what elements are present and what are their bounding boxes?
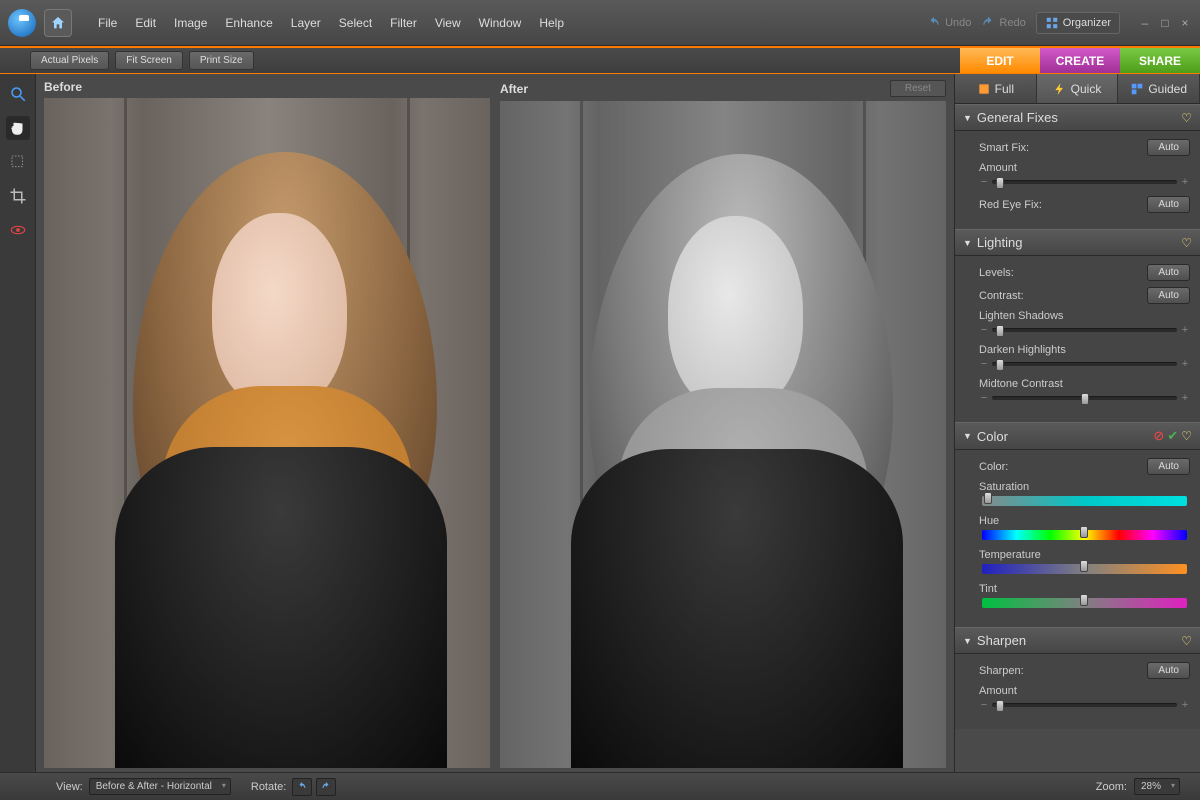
bulb-icon[interactable]: ♡ [1181,429,1192,443]
levels-auto-button[interactable]: Auto [1147,264,1190,281]
tool-strip [0,74,36,772]
contrast-label: Contrast: [979,290,1147,302]
smart-fix-label: Smart Fix: [979,142,1147,154]
color-label: Color: [979,461,1147,473]
sharpen-auto-button[interactable]: Auto [1147,662,1190,679]
contrast-auto-button[interactable]: Auto [1147,287,1190,304]
lighten-shadows-label: Lighten Shadows [979,310,1190,322]
mode-tab-share[interactable]: SHARE [1120,48,1200,73]
menu-filter[interactable]: Filter [382,12,425,34]
print-size-button[interactable]: Print Size [189,51,254,70]
after-image[interactable] [500,101,946,768]
view-tab-guided[interactable]: Guided [1118,74,1200,103]
menu-select[interactable]: Select [331,12,380,34]
minimize-button[interactable]: – [1138,16,1152,30]
color-auto-button[interactable]: Auto [1147,458,1190,475]
smart-fix-auto-button[interactable]: Auto [1147,139,1190,156]
levels-label: Levels: [979,267,1147,279]
crop-tool-icon[interactable] [6,184,30,208]
view-label: View: [56,781,83,793]
rotate-ccw-button[interactable] [292,778,312,796]
menu-layer[interactable]: Layer [283,12,329,34]
section-color[interactable]: ▼Color ⊘✔♡ [955,422,1200,450]
actual-pixels-button[interactable]: Actual Pixels [30,51,109,70]
section-general-fixes[interactable]: ▼General Fixes♡ [955,104,1200,131]
tint-slider[interactable] [979,597,1190,609]
red-eye-auto-button[interactable]: Auto [1147,196,1190,213]
menu-edit[interactable]: Edit [127,12,164,34]
menu-view[interactable]: View [427,12,469,34]
saturation-label: Saturation [979,481,1190,493]
close-button[interactable]: × [1178,16,1192,30]
fit-screen-button[interactable]: Fit Screen [115,51,183,70]
maximize-button[interactable]: □ [1158,16,1172,30]
menu-image[interactable]: Image [166,12,215,34]
home-button[interactable] [44,9,72,37]
toolbar: Actual Pixels Fit Screen Print Size EDIT… [0,46,1200,74]
hue-slider[interactable] [979,529,1190,541]
window-controls: – □ × [1138,16,1192,30]
redo-button[interactable]: Redo [981,16,1025,30]
red-eye-label: Red Eye Fix: [979,199,1147,211]
undo-button[interactable]: Undo [927,16,971,30]
organizer-button[interactable]: Organizer [1036,12,1120,34]
view-tab-quick[interactable]: Quick [1037,74,1119,103]
darken-highlights-slider[interactable]: −+ [979,358,1190,370]
hand-tool-icon[interactable] [6,116,30,140]
section-lighting[interactable]: ▼Lighting♡ [955,229,1200,256]
saturation-slider[interactable] [979,495,1190,507]
commit-icon[interactable]: ✔ [1167,428,1178,444]
bulb-icon[interactable]: ♡ [1181,111,1192,125]
zoom-select[interactable]: 28% [1134,778,1180,795]
sharpen-amount-label: Amount [979,685,1190,697]
zoom-tool-icon[interactable] [6,82,30,106]
rotate-cw-button[interactable] [316,778,336,796]
bulb-icon[interactable]: ♡ [1181,236,1192,250]
darken-highlights-label: Darken Highlights [979,344,1190,356]
after-label: After [500,82,528,96]
before-image[interactable] [44,98,490,768]
midtone-contrast-label: Midtone Contrast [979,378,1190,390]
view-tab-full[interactable]: Full [955,74,1037,103]
app-icon [8,9,36,37]
redeye-tool-icon[interactable] [6,218,30,242]
temperature-slider[interactable] [979,563,1190,575]
menu-items: File Edit Image Enhance Layer Select Fil… [90,12,572,34]
reset-button[interactable]: Reset [890,80,946,97]
menu-window[interactable]: Window [471,12,530,34]
menubar: File Edit Image Enhance Layer Select Fil… [0,0,1200,46]
rotate-label: Rotate: [251,781,286,793]
bottom-bar: View: Before & After - Horizontal Rotate… [0,772,1200,800]
sharpen-amount-slider[interactable]: −+ [979,699,1190,711]
quick-select-tool-icon[interactable] [6,150,30,174]
canvas-area: Before After Reset [36,74,954,772]
mode-tab-create[interactable]: CREATE [1040,48,1120,73]
sharpen-label: Sharpen: [979,665,1147,677]
before-label: Before [44,80,82,94]
right-panel: Full Quick Guided ▼General Fixes♡ Smart … [954,74,1200,772]
smart-fix-amount-slider[interactable]: −+ [979,176,1190,188]
menu-enhance[interactable]: Enhance [217,12,280,34]
amount-label: Amount [979,162,1190,174]
view-mode-select[interactable]: Before & After - Horizontal [89,778,231,795]
mode-tab-edit[interactable]: EDIT [960,48,1040,73]
midtone-contrast-slider[interactable]: −+ [979,392,1190,404]
bulb-icon[interactable]: ♡ [1181,634,1192,648]
zoom-label: Zoom: [1096,781,1127,793]
menu-file[interactable]: File [90,12,125,34]
menu-help[interactable]: Help [531,12,572,34]
lighten-shadows-slider[interactable]: −+ [979,324,1190,336]
cancel-icon[interactable]: ⊘ [1153,428,1164,444]
section-sharpen[interactable]: ▼Sharpen♡ [955,627,1200,654]
